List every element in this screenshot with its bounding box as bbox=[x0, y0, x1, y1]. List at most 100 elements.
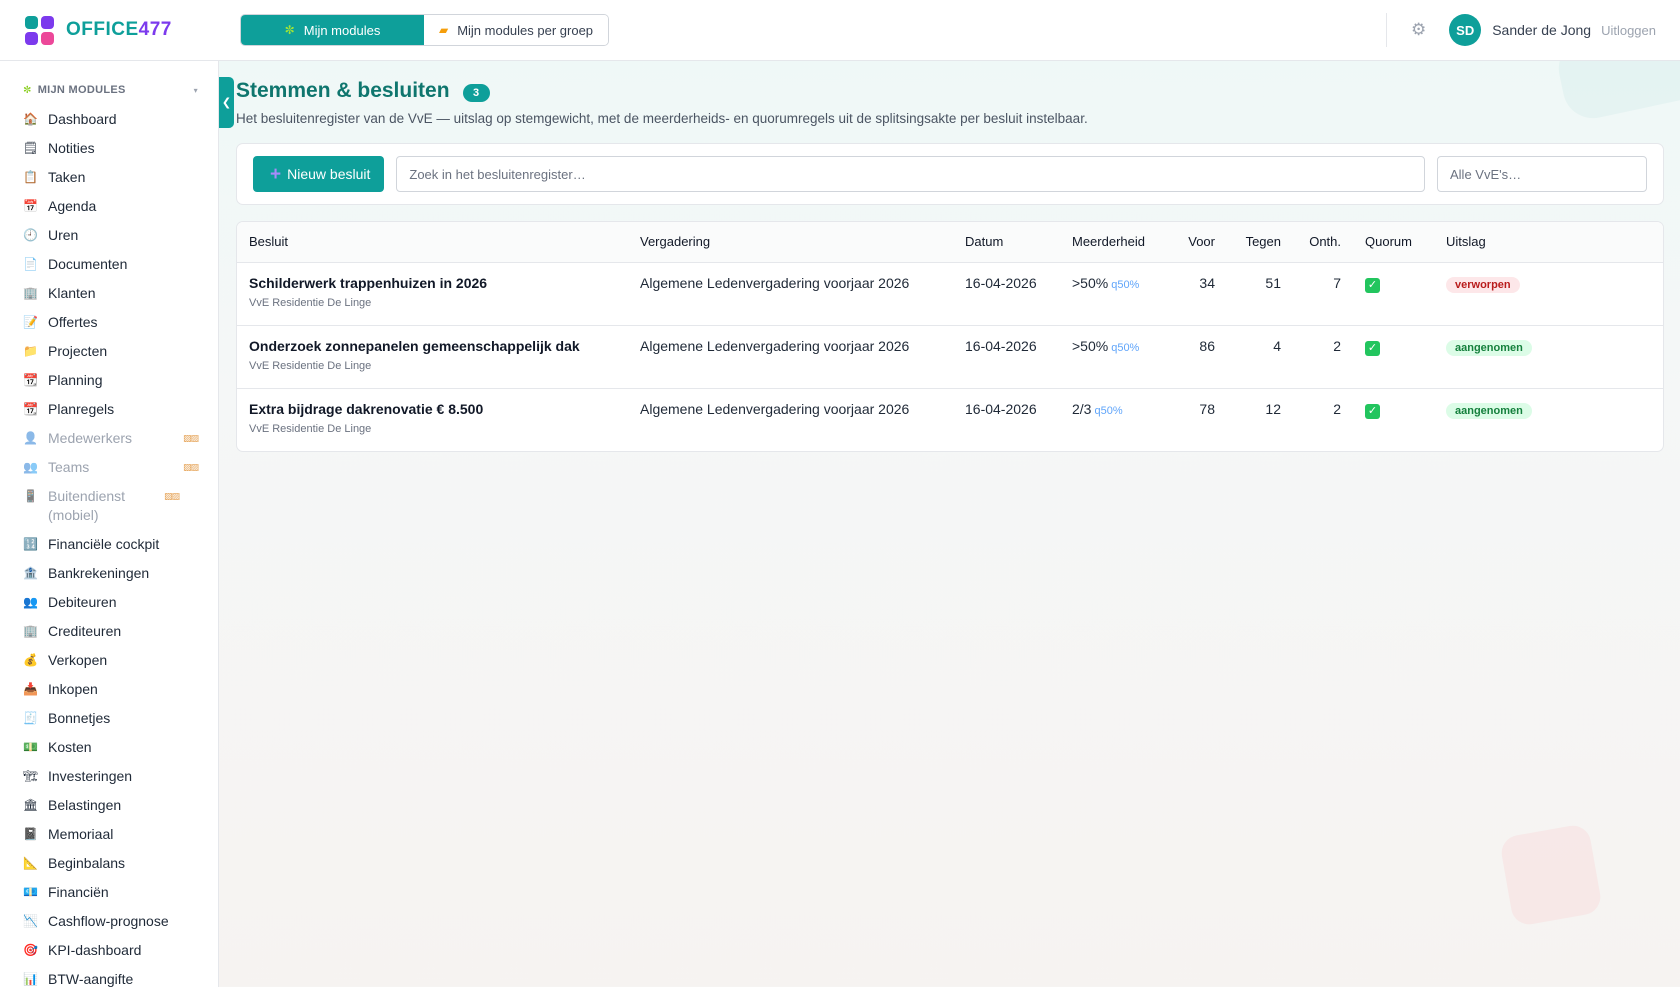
page-title: Stemmen & besluiten bbox=[236, 79, 450, 102]
sidebar-item-memoriaal[interactable]: 📓 Memoriaal bbox=[0, 820, 218, 849]
column-header-meerderheid[interactable]: Meerderheid bbox=[1060, 222, 1160, 263]
status-badge: aangenomen bbox=[1446, 402, 1532, 419]
sidebar-item-projecten[interactable]: 📁 Projecten bbox=[0, 337, 218, 366]
page-subtitle: Het besluitenregister van de VvE — uitsl… bbox=[236, 111, 1088, 126]
decision-title[interactable]: Onderzoek zonnepanelen gemeenschappelijk… bbox=[249, 338, 616, 354]
checkmark-icon: ✓ bbox=[1365, 403, 1380, 419]
sidebar-item-cashflow-prognose[interactable]: 📉 Cashflow-prognose bbox=[0, 907, 218, 936]
sidebar-item-uren[interactable]: 🕘 Uren bbox=[0, 221, 218, 250]
cell-besluit: Extra bijdrage dakrenovatie € 8.500 VvE R… bbox=[237, 388, 628, 451]
user-name[interactable]: Sander de Jong bbox=[1492, 22, 1591, 38]
sidebar-item-kosten[interactable]: 💵 Kosten bbox=[0, 733, 218, 762]
sidebar-item-label: Projecten bbox=[48, 343, 108, 359]
sidebar-item-label: Bankrekeningen bbox=[48, 565, 150, 581]
logo-mark-icon bbox=[25, 15, 54, 45]
sidebar-item-financi-n[interactable]: 💶 Financiën bbox=[0, 878, 218, 907]
cell-quorum: ✓ bbox=[1353, 325, 1434, 389]
tab-modules-per-group[interactable]: ▰ Mijn modules per groep bbox=[424, 15, 608, 45]
decision-title[interactable]: Schilderwerk trappenhuizen in 2026 bbox=[249, 275, 616, 291]
sidebar-item-medewerkers[interactable]: 👤 Medewerkers ▨▨ bbox=[0, 424, 218, 453]
sidebar-item-inkopen[interactable]: 📥 Inkopen bbox=[0, 675, 218, 704]
sidebar-item-financi-le-cockpit[interactable]: 🔢 Financiële cockpit bbox=[0, 530, 218, 559]
table-row[interactable]: Onderzoek zonnepanelen gemeenschappelijk… bbox=[237, 325, 1663, 389]
decision-title[interactable]: Extra bijdrage dakrenovatie € 8.500 bbox=[249, 401, 616, 417]
column-header-quorum[interactable]: Quorum bbox=[1353, 222, 1434, 263]
sidebar-item-teams[interactable]: 👥 Teams ▨▨ bbox=[0, 453, 218, 482]
sidebar-item-label: Offertes bbox=[48, 314, 98, 330]
sidebar-item-dashboard[interactable]: 🏠 Dashboard bbox=[0, 105, 218, 134]
page-header: Stemmen & besluiten 3 bbox=[236, 79, 1664, 103]
cell-meerderheid: >50% q50% bbox=[1060, 262, 1160, 326]
sidebar-item-documenten[interactable]: 📄 Documenten bbox=[0, 250, 218, 279]
grid-icon: 🔢 bbox=[23, 537, 38, 551]
inbox-icon: 📥 bbox=[23, 682, 38, 696]
column-header-tegen[interactable]: Tegen bbox=[1227, 222, 1293, 263]
collapse-sidebar-button[interactable]: ❮ bbox=[219, 77, 234, 128]
column-header-datum[interactable]: Datum bbox=[953, 222, 1060, 263]
cell-tegen: 12 bbox=[1265, 400, 1281, 417]
sidebar-item-planning[interactable]: 📆 Planning bbox=[0, 366, 218, 395]
column-header-vergadering[interactable]: Vergadering bbox=[628, 222, 953, 263]
sidebar-item-label: Medewerkers bbox=[48, 430, 133, 446]
receipt-icon: 🧾 bbox=[23, 711, 38, 725]
sidebar-item-notities[interactable]: 🗒 Notities bbox=[0, 134, 218, 163]
gear-icon[interactable]: ⚙ bbox=[1411, 20, 1426, 40]
sidebar-item-planregels[interactable]: 📆 Planregels bbox=[0, 395, 218, 424]
sidebar-item-bonnetjes[interactable]: 🧾 Bonnetjes bbox=[0, 704, 218, 733]
status-badge: aangenomen bbox=[1446, 339, 1532, 356]
sidebar-item-bankrekeningen[interactable]: 🏦 Bankrekeningen bbox=[0, 559, 218, 588]
divider bbox=[1385, 13, 1387, 47]
sidebar-item-label: BTW-aangifte bbox=[48, 971, 134, 987]
locked-stripes-icon: ▨▨ bbox=[164, 491, 180, 501]
sidebar-item-buitendienst-mobiel-[interactable]: 📱 Buitendienst (mobiel) ▨▨ bbox=[0, 482, 218, 530]
sidebar-item-belastingen[interactable]: 🏛 Belastingen bbox=[0, 791, 218, 820]
puzzle-icon: ✼ bbox=[284, 23, 295, 37]
sidebar-item-beginbalans[interactable]: 📐 Beginbalans bbox=[0, 849, 218, 878]
clock-icon: 🕘 bbox=[23, 228, 38, 242]
cell-vergadering: Algemene Ledenvergadering voorjaar 2026 bbox=[628, 325, 953, 389]
checkmark-icon: ✓ bbox=[1365, 277, 1380, 293]
tab-my-modules[interactable]: ✼ Mijn modules bbox=[241, 15, 424, 45]
new-decision-button[interactable]: + Nieuw besluit bbox=[253, 156, 385, 192]
sidebar-item-debiteuren[interactable]: 👥 Debiteuren bbox=[0, 588, 218, 617]
logo[interactable]: OFFICE477 bbox=[25, 15, 215, 45]
cell-uitslag: aangenomen bbox=[1434, 388, 1663, 451]
majority-rule: >50% bbox=[1072, 274, 1109, 291]
sidebar-item-agenda[interactable]: 📅 Agenda bbox=[0, 192, 218, 221]
sidebar-item-investeringen[interactable]: 🏗 Investeringen bbox=[0, 762, 218, 791]
clipboard-icon: 📋 bbox=[23, 170, 38, 184]
quorum-rule: q50% bbox=[1094, 404, 1123, 417]
search-input[interactable] bbox=[396, 156, 1425, 192]
column-header-voor[interactable]: Voor bbox=[1160, 222, 1227, 263]
sidebar-item-label: Debiteuren bbox=[48, 594, 117, 610]
chevron-down-icon[interactable]: ▾ bbox=[194, 86, 198, 95]
cell-meerderheid: 2/3 q50% bbox=[1060, 388, 1160, 451]
table-row[interactable]: Schilderwerk trappenhuizen in 2026 VvE Re… bbox=[237, 262, 1663, 326]
sidebar-item-label: Taken bbox=[48, 169, 86, 185]
sidebar-item-crediteuren[interactable]: 🏢 Crediteuren bbox=[0, 617, 218, 646]
logout-link[interactable]: Uitloggen bbox=[1601, 23, 1656, 38]
sidebar-item-klanten[interactable]: 🏢 Klanten bbox=[0, 279, 218, 308]
avatar[interactable]: SD bbox=[1449, 14, 1482, 46]
table-row[interactable]: Extra bijdrage dakrenovatie € 8.500 VvE R… bbox=[237, 388, 1663, 451]
sidebar-item-verkopen[interactable]: 💰 Verkopen bbox=[0, 646, 218, 675]
cell-meerderheid: >50% q50% bbox=[1060, 325, 1160, 389]
people-icon: 👥 bbox=[23, 460, 38, 474]
column-header-uitslag[interactable]: Uitslag bbox=[1434, 222, 1663, 263]
main-content: Stemmen & besluiten 3 Het besluitenregis… bbox=[236, 61, 1664, 452]
building-icon: 🏢 bbox=[23, 286, 38, 300]
sidebar-item-offertes[interactable]: 📝 Offertes bbox=[0, 308, 218, 337]
quorum-rule: q50% bbox=[1111, 341, 1140, 354]
sidebar-item-btw-aangifte[interactable]: 📊 BTW-aangifte bbox=[0, 965, 218, 987]
vve-select[interactable]: Alle VvE's… bbox=[1437, 156, 1647, 192]
folder-icon: ▰ bbox=[438, 23, 449, 37]
sidebar-section-header[interactable]: ✼ MIJN MODULES ▾ bbox=[0, 75, 218, 105]
module-tabs: ✼ Mijn modules ▰ Mijn modules per groep bbox=[240, 14, 609, 46]
sidebar-item-label: Financiële cockpit bbox=[48, 536, 160, 552]
sidebar-item-taken[interactable]: 📋 Taken bbox=[0, 163, 218, 192]
cell-datum: 16-04-2026 bbox=[965, 400, 1037, 417]
cell-quorum: ✓ bbox=[1353, 388, 1434, 451]
column-header-besluit[interactable]: Besluit bbox=[237, 222, 628, 263]
sidebar-item-kpi-dashboard[interactable]: 🎯 KPI-dashboard bbox=[0, 936, 218, 965]
column-header-onthouding[interactable]: Onth. bbox=[1293, 222, 1353, 263]
